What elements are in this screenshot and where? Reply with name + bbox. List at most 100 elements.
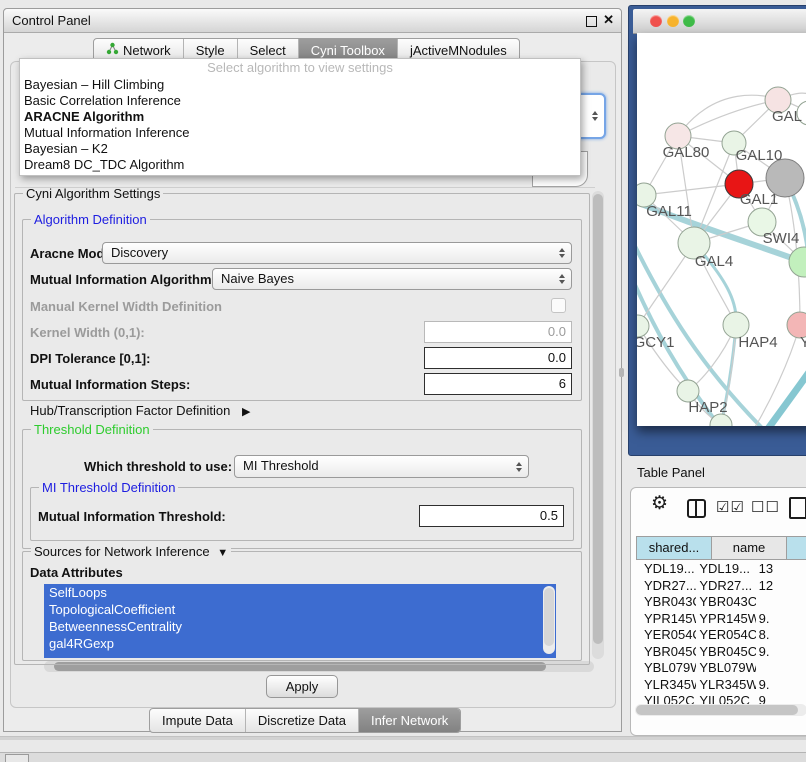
group-title: MI Threshold Definition [39, 480, 178, 495]
algorithm-option[interactable]: Dream8 DC_TDC Algorithm [20, 157, 580, 173]
mi-steps-field[interactable]: 6 [424, 373, 572, 395]
page-icon[interactable] [789, 497, 806, 519]
algorithm-option[interactable]: Basic Correlation Inference [20, 93, 580, 109]
table-cell: 12 [756, 578, 806, 595]
zoom-traffic-light[interactable] [683, 15, 695, 27]
scrollbar-thumb[interactable] [544, 588, 554, 646]
table-cell: YLR345W [636, 677, 696, 694]
table-row[interactable]: YBL079WYBL079W [636, 660, 806, 677]
list-vertical-scrollbar[interactable] [543, 586, 555, 654]
table-row[interactable]: YBR045CYBR045C9. [636, 644, 806, 661]
panel-title: Control Panel [12, 9, 91, 32]
group-title: Threshold Definition [31, 422, 153, 437]
gear-icon[interactable]: ⚙ [651, 492, 668, 515]
bottom-dock-box[interactable] [5, 754, 29, 762]
scrollbar-thumb[interactable] [636, 705, 798, 715]
column-header-cut[interactable]: A [787, 537, 806, 559]
float-window-icon[interactable] [586, 16, 597, 27]
tab-discretize-data[interactable]: Discretize Data [246, 709, 359, 732]
table-body: YDL19...YDL19...13YDR27...YDR27...12YBR0… [636, 561, 806, 710]
node-label: GAL [772, 108, 802, 125]
control-panel-titlebar: Control Panel ✕ [4, 9, 621, 33]
table-row[interactable]: YLR345WYLR345W9. [636, 677, 806, 694]
tab-label: Discretize Data [258, 710, 346, 732]
network-window-titlebar[interactable] [633, 9, 806, 34]
network-canvas[interactable]: GALGAL80GAL10GAL1GAL11SWI4GAL4GCY1HAP4YH… [637, 33, 806, 426]
table-cell: YBR045C [696, 644, 755, 661]
data-attributes-list[interactable]: SelfLoopsTopologicalCoefficientBetweenne… [44, 584, 556, 658]
settings-vertical-scrollbar[interactable] [592, 191, 604, 659]
kernel-width-field[interactable]: 0.0 [424, 321, 572, 343]
table-row[interactable]: YER054CYER054C8. [636, 627, 806, 644]
combobox-value: Naive Bayes [221, 271, 294, 286]
expanded-arrow-icon: ▼ [217, 547, 228, 559]
group-title: Sources for Network Inference [34, 544, 210, 559]
kernel-width-label: Kernel Width (0,1): [30, 325, 145, 340]
cyni-bottom-tabs: Impute Data Discretize Data Infer Networ… [149, 708, 461, 733]
aracne-mode-combobox[interactable]: Discovery [102, 242, 572, 264]
table-cell: YPR145W [696, 611, 755, 628]
table-cell: YLR345W [696, 677, 755, 694]
table-row[interactable]: YDR27...YDR27...12 [636, 578, 806, 595]
table-row[interactable]: YPR145WYPR145W9. [636, 611, 806, 628]
columns-icon[interactable] [687, 499, 706, 518]
splitter-handle[interactable] [619, 368, 624, 377]
column-header-shared-name[interactable]: shared... [637, 537, 712, 559]
network-view-window: GALGAL80GAL10GAL1GAL11SWI4GAL4GCY1HAP4YH… [628, 5, 806, 456]
spinner-arrows-icon [559, 274, 565, 284]
table-horizontal-scrollbar[interactable] [635, 704, 806, 716]
attribute-item[interactable]: TopologicalCoefficient [44, 601, 556, 618]
which-threshold-label: Which threshold to use: [84, 459, 232, 474]
network-node[interactable] [789, 247, 806, 277]
close-icon[interactable]: ✕ [603, 12, 614, 28]
algorithm-option[interactable]: Bayesian – K2 [20, 141, 580, 157]
close-traffic-light[interactable] [650, 15, 662, 27]
column-header-name[interactable]: name [712, 537, 787, 559]
table-row[interactable]: YDL19...YDL19...13 [636, 561, 806, 578]
manual-kernel-checkbox[interactable] [551, 298, 566, 313]
table-cell: YBL079W [696, 660, 755, 677]
node-label: GAL10 [736, 147, 783, 164]
checked-boxes-icon[interactable]: ☑☑ [716, 498, 745, 516]
table-panel-title: Table Panel [637, 465, 705, 480]
algorithm-dropdown-list: Bayesian – Hill ClimbingBasic Correlatio… [20, 77, 580, 173]
table-cell: YBR043C [696, 594, 755, 611]
control-panel-window: Control Panel ✕ Network Style [3, 8, 622, 732]
table-cell: YDL19... [636, 561, 696, 578]
algorithm-dropdown-popup: Select algorithm to view settings Bayesi… [19, 58, 581, 176]
unchecked-boxes-icon[interactable]: ☐☐ [751, 498, 780, 516]
attribute-item[interactable]: BetweennessCentrality [44, 618, 556, 635]
table-cell: 9. [756, 644, 806, 661]
algorithm-option[interactable]: Mutual Information Inference [20, 125, 580, 141]
mi-steps-label: Mutual Information Steps: [30, 377, 190, 392]
tab-impute-data[interactable]: Impute Data [150, 709, 246, 732]
tab-label: Infer Network [371, 710, 448, 732]
minimize-traffic-light[interactable] [667, 15, 679, 27]
node-label: HAP2 [688, 399, 727, 416]
algorithm-option[interactable]: Bayesian – Hill Climbing [20, 77, 580, 93]
algorithm-option[interactable]: ARACNE Algorithm [20, 109, 580, 125]
tab-infer-network[interactable]: Infer Network [359, 709, 460, 732]
combobox-value: Discovery [111, 245, 168, 260]
hub-definition-label: Hub/Transcription Factor Definition [30, 403, 230, 418]
apply-button[interactable]: Apply [266, 675, 338, 698]
scrollbar-thumb[interactable] [593, 194, 603, 644]
node-label: SWI4 [763, 230, 800, 247]
sources-group-title[interactable]: Sources for Network Inference ▼ [31, 544, 231, 559]
network-edge[interactable] [749, 361, 806, 426]
application-root: Control Panel ✕ Network Style [0, 0, 806, 762]
mi-type-combobox[interactable]: Naive Bayes [212, 268, 572, 290]
table-cell: YDR27... [636, 578, 696, 595]
table-row[interactable]: YBR043CYBR043C [636, 594, 806, 611]
node-label: GAL11 [646, 203, 692, 220]
mi-threshold-field[interactable]: 0.5 [419, 505, 564, 527]
which-threshold-combobox[interactable]: MI Threshold [234, 455, 529, 478]
dpi-tolerance-field[interactable]: 0.0 [424, 347, 572, 369]
groupbox-edge [15, 187, 595, 188]
attribute-item[interactable]: SelfLoops [44, 584, 556, 601]
network-svg: GALGAL80GAL10GAL1GAL11SWI4GAL4GCY1HAP4YH… [637, 33, 806, 426]
attribute-item[interactable]: gal4RGexp [44, 635, 556, 652]
hub-definition-toggle[interactable]: Hub/Transcription Factor Definition ▶ [30, 403, 250, 418]
table-cell: YDL19... [696, 561, 755, 578]
table-cell: 8. [756, 627, 806, 644]
